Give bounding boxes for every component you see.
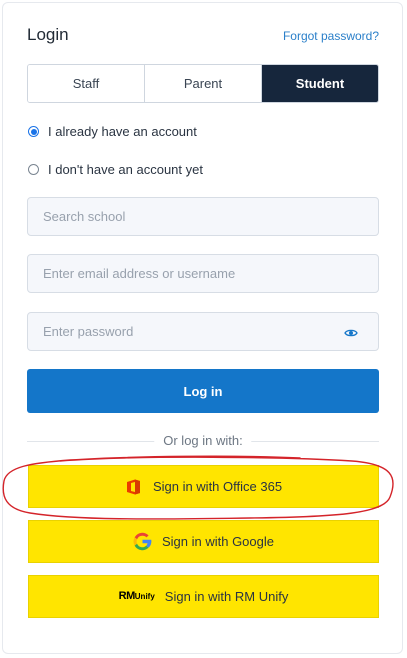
tab-parent[interactable]: Parent <box>144 65 261 102</box>
page-title: Login <box>27 25 69 44</box>
tab-student[interactable]: Student <box>261 65 378 102</box>
password-input[interactable] <box>28 313 378 350</box>
office-365-signin-button[interactable]: Sign in with Office 365 <box>28 465 379 508</box>
forgot-password-link[interactable]: Forgot password? <box>283 29 379 43</box>
password-field <box>27 312 379 351</box>
google-signin-button[interactable]: Sign in with Google <box>28 520 379 563</box>
rm-unify-signin-button[interactable]: RM Unify Sign in with RM Unify <box>28 575 379 618</box>
radio-new-account[interactable]: I don't have an account yet <box>28 162 203 177</box>
sso-label: Sign in with Office 365 <box>152 479 283 494</box>
radio-existing-account[interactable]: I already have an account <box>28 124 197 139</box>
radio-button[interactable] <box>28 164 39 175</box>
tab-staff[interactable]: Staff <box>28 65 144 102</box>
office-365-icon <box>125 478 143 496</box>
radio-label: I already have an account <box>48 124 197 139</box>
search-school-input[interactable] <box>28 198 378 235</box>
search-school-field <box>27 197 379 236</box>
divider-label: Or log in with: <box>154 433 252 448</box>
rm-unify-icon: RM Unify <box>118 590 155 602</box>
radio-button-checked[interactable] <box>28 126 39 137</box>
sso-label: Sign in with RM Unify <box>164 589 289 604</box>
or-divider: Or log in with: <box>27 432 379 450</box>
show-password-eye-icon[interactable] <box>344 326 358 338</box>
role-tabs: Staff Parent Student <box>27 64 379 103</box>
login-button[interactable]: Log in <box>27 369 379 413</box>
google-icon <box>133 532 152 551</box>
radio-label: I don't have an account yet <box>48 162 203 177</box>
email-field <box>27 254 379 293</box>
email-input[interactable] <box>28 255 378 292</box>
sso-label: Sign in with Google <box>161 534 274 549</box>
